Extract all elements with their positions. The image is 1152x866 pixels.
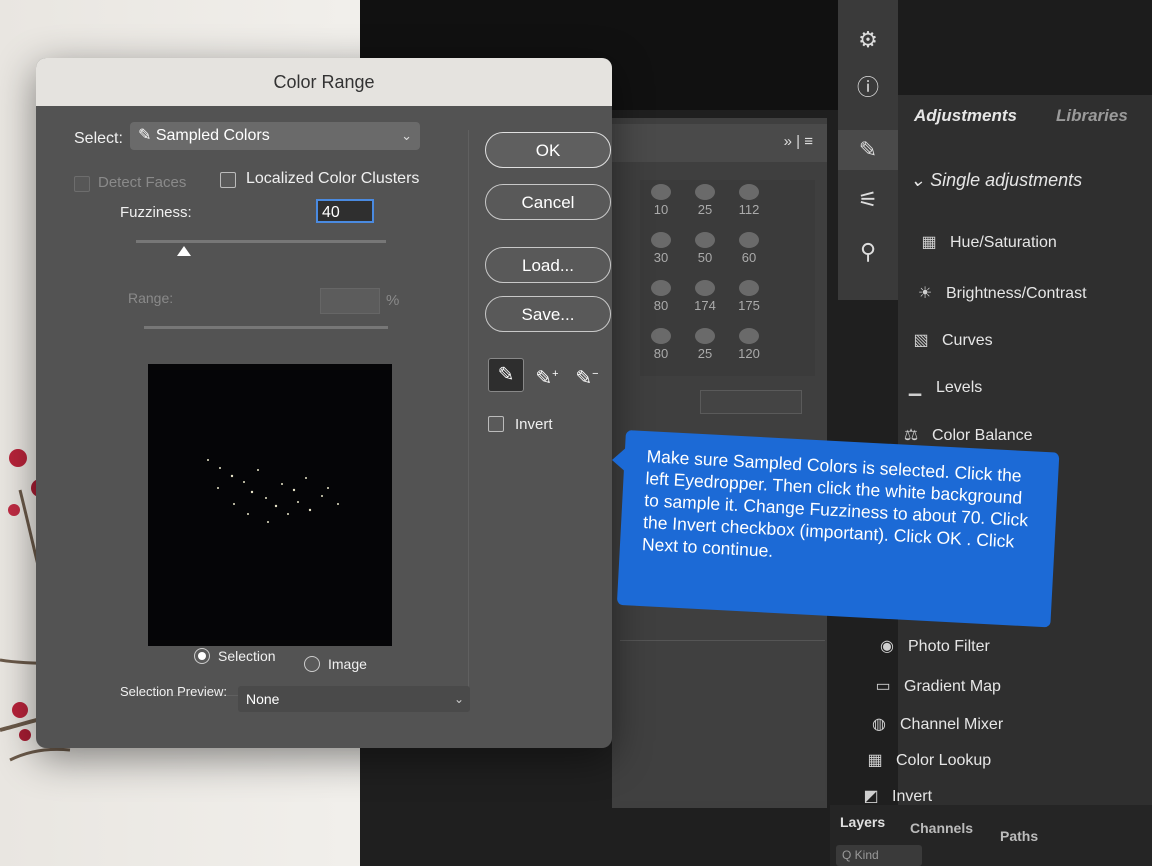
brush-settings-area bbox=[620, 640, 825, 801]
channel-mixer-icon: ◍ bbox=[872, 716, 886, 733]
save-button[interactable]: Save... bbox=[485, 296, 611, 332]
adj-photo-filter[interactable]: ◉ Photo Filter bbox=[876, 636, 990, 656]
tab-libraries[interactable]: Libraries bbox=[1056, 106, 1128, 126]
dialog-title: Color Range bbox=[273, 72, 375, 92]
brush-preset[interactable]: 80 bbox=[640, 276, 682, 320]
selection-radio-label: Selection bbox=[218, 648, 276, 664]
adj-color-lookup[interactable]: ▦ Color Lookup bbox=[864, 750, 991, 770]
eyedropper-icon[interactable]: ✎ bbox=[488, 358, 524, 392]
adj-brightness-contrast[interactable]: ☀ Brightness/Contrast bbox=[914, 283, 1087, 303]
sliders-icon[interactable]: ⚟ bbox=[838, 180, 898, 220]
load-button[interactable]: Load... bbox=[485, 247, 611, 283]
localized-clusters-label: Localized Color Clusters bbox=[246, 170, 420, 187]
panel-tool-strip: ⚙ ⓘ ✎ ⚟ ⚲ bbox=[838, 0, 898, 300]
selection-radio[interactable] bbox=[194, 648, 210, 664]
range-label: Range: bbox=[128, 290, 174, 306]
tab-layers[interactable]: Layers bbox=[840, 814, 885, 830]
brush-preset[interactable]: 60 bbox=[728, 228, 770, 272]
sampled-dots bbox=[207, 459, 339, 523]
chevron-down-icon: ⌄ bbox=[910, 170, 931, 190]
adj-hue-saturation[interactable]: ▦ Hue/Saturation bbox=[918, 232, 1056, 252]
fuzziness-slider-thumb[interactable] bbox=[177, 246, 191, 256]
adj-gradient-map[interactable]: ▭ Gradient Map bbox=[872, 676, 1001, 696]
adj-levels[interactable]: ▁ Levels bbox=[904, 377, 982, 397]
brush-preset[interactable]: 120 bbox=[728, 324, 770, 368]
adj-invert[interactable]: ◩ Invert bbox=[860, 786, 932, 806]
eyedropper-icon: ✎ bbox=[138, 127, 156, 144]
tab-channels[interactable]: Channels bbox=[910, 820, 973, 836]
selection-preview-label: Selection Preview: bbox=[120, 684, 227, 699]
levels-icon: ▁ bbox=[908, 379, 922, 396]
chevron-down-icon: ⌄ bbox=[453, 692, 464, 706]
gradient-map-icon: ▭ bbox=[875, 678, 891, 695]
instruction-tooltip: Make sure Sampled Colors is selected. Cl… bbox=[616, 430, 1060, 628]
fuzziness-slider[interactable] bbox=[136, 240, 386, 243]
range-unit: % bbox=[386, 292, 400, 309]
navigator-preview bbox=[898, 0, 1152, 95]
brush-size-field[interactable] bbox=[700, 390, 802, 414]
tooltip-text: Make sure Sampled Colors is selected. Cl… bbox=[641, 446, 1029, 561]
invert-checkbox[interactable] bbox=[488, 416, 504, 432]
detect-faces-label: Detect Faces bbox=[98, 174, 187, 191]
range-input[interactable] bbox=[320, 288, 380, 314]
chevron-down-icon: ⌄ bbox=[401, 128, 412, 143]
tab-paths[interactable]: Paths bbox=[1000, 828, 1038, 844]
invert-label: Invert bbox=[515, 416, 553, 433]
single-adjustments-header[interactable]: ⌄ Single adjustments bbox=[910, 170, 1082, 191]
brush-preset[interactable]: 112 bbox=[728, 180, 770, 224]
adj-curves[interactable]: ▧ Curves bbox=[910, 330, 992, 350]
brush-preset[interactable]: 25 bbox=[684, 180, 726, 224]
selection-preview-image[interactable] bbox=[148, 364, 392, 646]
range-slider[interactable] bbox=[144, 326, 388, 329]
photo-filter-icon: ◉ bbox=[880, 638, 894, 655]
brush-preset-grid: 10 25 112 30 50 60 80 174 175 80 25 120 bbox=[640, 180, 815, 376]
select-label: Select: bbox=[74, 130, 123, 147]
select-dropdown[interactable]: ✎ Sampled Colors ⌄ bbox=[130, 122, 420, 150]
add-eyedropper-icon[interactable]: ✎+ bbox=[530, 358, 564, 390]
stamp-icon[interactable]: ⚲ bbox=[838, 232, 898, 272]
layer-kind-filter[interactable]: Q Kind bbox=[836, 845, 922, 866]
properties-icon[interactable]: ⚙ bbox=[838, 20, 898, 60]
invert-icon: ◩ bbox=[863, 788, 879, 805]
brush-preset[interactable]: 80 bbox=[640, 324, 682, 368]
brush-preset[interactable]: 50 bbox=[684, 228, 726, 272]
brush-preset[interactable]: 10 bbox=[640, 180, 682, 224]
brush-preset[interactable]: 30 bbox=[640, 228, 682, 272]
brightness-icon: ☀ bbox=[917, 285, 933, 302]
image-radio-label: Image bbox=[328, 656, 367, 672]
brush-preset[interactable]: 25 bbox=[684, 324, 726, 368]
color-lookup-icon: ▦ bbox=[867, 752, 883, 769]
adj-channel-mixer[interactable]: ◍ Channel Mixer bbox=[868, 714, 1003, 734]
subtract-eyedropper-icon[interactable]: ✎− bbox=[570, 358, 604, 390]
ok-button[interactable]: OK bbox=[485, 132, 611, 168]
detect-faces-checkbox[interactable] bbox=[74, 176, 90, 192]
dialog-titlebar: Color Range bbox=[36, 58, 612, 106]
curves-icon: ▧ bbox=[913, 332, 929, 349]
hue-saturation-icon: ▦ bbox=[921, 234, 937, 251]
panel-menu-icon[interactable]: » | ≡ bbox=[784, 133, 813, 150]
selection-preview-dropdown[interactable]: None ⌄ bbox=[238, 686, 470, 712]
fuzziness-input[interactable]: 40 bbox=[316, 199, 374, 223]
color-range-dialog: Color Range Select: ✎ Sampled Colors ⌄ D… bbox=[36, 58, 612, 748]
tab-adjustments[interactable]: Adjustments bbox=[914, 106, 1017, 126]
balance-icon: ⚖ bbox=[903, 427, 919, 444]
image-radio[interactable] bbox=[304, 656, 320, 672]
brush-panel-header: » | ≡ bbox=[612, 124, 827, 162]
adj-color-balance[interactable]: ⚖ Color Balance bbox=[900, 425, 1033, 445]
adjustments-brush-icon[interactable]: ✎ bbox=[838, 130, 898, 170]
brush-preset[interactable]: 175 bbox=[728, 276, 770, 320]
brush-preset[interactable]: 174 bbox=[684, 276, 726, 320]
fuzziness-label: Fuzziness: bbox=[120, 204, 192, 221]
localized-clusters-checkbox[interactable] bbox=[220, 172, 236, 188]
info-icon[interactable]: ⓘ bbox=[838, 68, 898, 108]
cancel-button[interactable]: Cancel bbox=[485, 184, 611, 220]
